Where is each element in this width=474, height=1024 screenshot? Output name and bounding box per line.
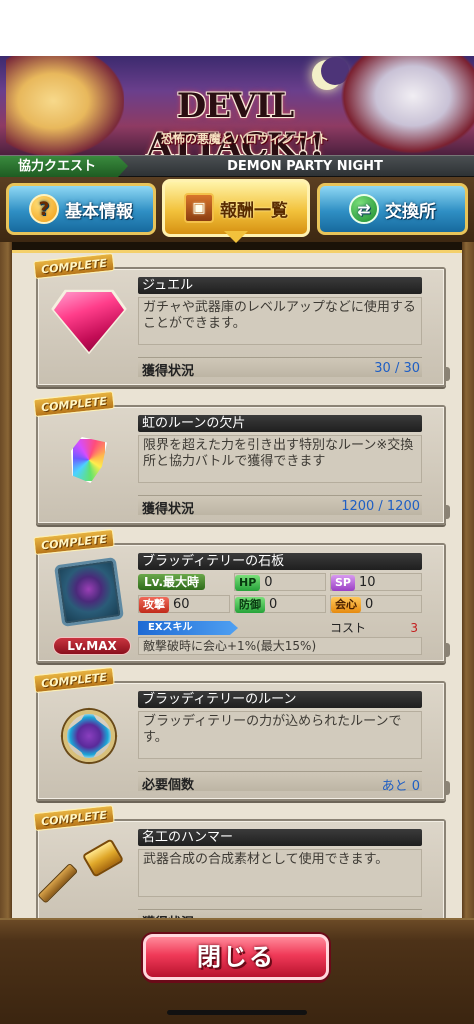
tab-basic-info[interactable]: ? 基本情報 [6,183,156,235]
lv-max-badge: Lv.MAX [53,637,131,655]
status-label: 必要個数 [142,778,195,793]
complete-badge: COMPLETE [33,528,115,556]
ex-skill-bar: EXスキル コスト 3 [138,621,422,635]
reward-item-stone-tablet: COMPLETE Lv.MAX ブラッディテリーの石板 Lv.最大時 HP 0 S… [33,528,450,663]
defense-value: 0 [269,597,278,612]
reward-item-jewel: COMPLETE ジュエル ガチャや武器庫のレベルアップなどに使用することができ… [33,253,450,387]
item-name: 名工のハンマー [138,829,422,846]
event-logo-subtitle: 恐怖の悪魔とハロウィンナイト [160,132,329,146]
tab-label: 交換所 [385,201,436,222]
item-description: ガチャや武器庫のレベルアップなどに使用することができます。 [138,297,422,345]
jewel-icon [50,283,128,361]
treasure-chest-icon: ▣ [184,193,214,223]
complete-badge: COMPLETE [33,390,115,418]
close-button[interactable]: 閉じる [143,934,329,980]
item-name: ブラッディテリーの石板 [138,553,422,570]
cost-value: 3 [410,621,418,635]
stone-tablet-icon [50,553,128,631]
exchange-icon: ⇄ [349,194,379,224]
home-indicator[interactable] [167,1010,307,1015]
event-title: DEMON PARTY NIGHT [227,159,383,174]
question-icon: ? [29,194,59,224]
rune-emblem-icon [50,697,128,775]
ex-skill-label: EXスキル [138,621,238,635]
reward-list-frame: COMPLETE ジュエル ガチャや武器庫のレベルアップなどに使用することができ… [0,242,474,920]
rainbow-rune-shard-icon [50,421,128,499]
item-name: ジュエル [138,277,422,294]
character-right-art [338,56,474,156]
quest-info-bar: 協力クエスト DEMON PARTY NIGHT [0,155,474,177]
acquisition-status: 獲得状況 30 / 30 [138,357,422,379]
item-description: 武器合成の合成素材として使用できます。 [138,849,422,897]
tab-exchange[interactable]: ⇄ 交換所 [317,183,468,235]
acquisition-status: 獲得状況 1200 / 1200 [138,495,422,517]
critical-label: 会心 [331,597,361,613]
tab-label: 基本情報 [65,201,133,222]
quest-type-label: 協力クエスト [0,156,128,177]
bottom-bar: 閉じる [0,918,474,1024]
status-value: あと 0 [381,779,420,794]
reward-item-rune: COMPLETE ブラッディテリーのルーン ブラッディテリーの力が込められたルー… [33,666,450,801]
tab-reward-list[interactable]: ▣ 報酬一覧 [162,179,310,237]
attack-label: 攻撃 [139,597,169,613]
hp-value: 0 [264,575,273,590]
complete-badge: COMPLETE [33,666,115,694]
reward-list[interactable]: COMPLETE ジュエル ガチャや武器庫のレベルアップなどに使用することができ… [12,250,462,920]
tab-label: 報酬一覧 [220,200,288,221]
hp-label: HP [235,575,261,591]
status-label: 獲得状況 [142,502,195,517]
event-banner: DEVIL ATTACK!! 恐怖の悪魔とハロウィンナイト [0,56,474,156]
status-value: 1200 / 1200 [341,499,420,514]
status-value: 30 / 30 [374,361,420,376]
reward-item-hammer: COMPLETE 名工のハンマー 武器合成の合成素材として使用できます。 獲得状… [33,804,446,920]
critical-value: 0 [365,597,374,612]
complete-badge: COMPLETE [33,804,115,832]
status-label: 獲得状況 [142,364,195,379]
reward-item-rune-shard: COMPLETE 虹のルーンの欠片 限界を超えた力を引き出す特別なルーン※交換所… [33,390,450,525]
status-bar-area [0,0,474,56]
sp-value: 10 [358,575,376,590]
character-left-art [6,56,124,156]
hammer-icon [37,835,128,913]
defense-label: 防御 [235,597,265,613]
item-description: ブラッディテリーの力が込められたルーンです。 [138,711,422,759]
required-count-status: 必要個数 あと 0 [138,771,422,794]
sp-label: SP [331,575,355,591]
attack-value: 60 [173,597,190,612]
tab-bar: ? 基本情報 ▣ 報酬一覧 ⇄ 交換所 [0,177,474,243]
level-label: Lv.最大時 [138,574,206,590]
item-description: 限界を超えた力を引き出す特別なルーン※交換所と協力バトルで獲得できます [138,435,422,483]
ex-skill-description: 敵撃破時に会心+1%(最大15%) [138,637,422,655]
item-name: ブラッディテリーのルーン [138,691,422,708]
complete-badge: COMPLETE [33,253,115,280]
item-name: 虹のルーンの欠片 [138,415,422,432]
cost-label: コスト [330,621,367,635]
